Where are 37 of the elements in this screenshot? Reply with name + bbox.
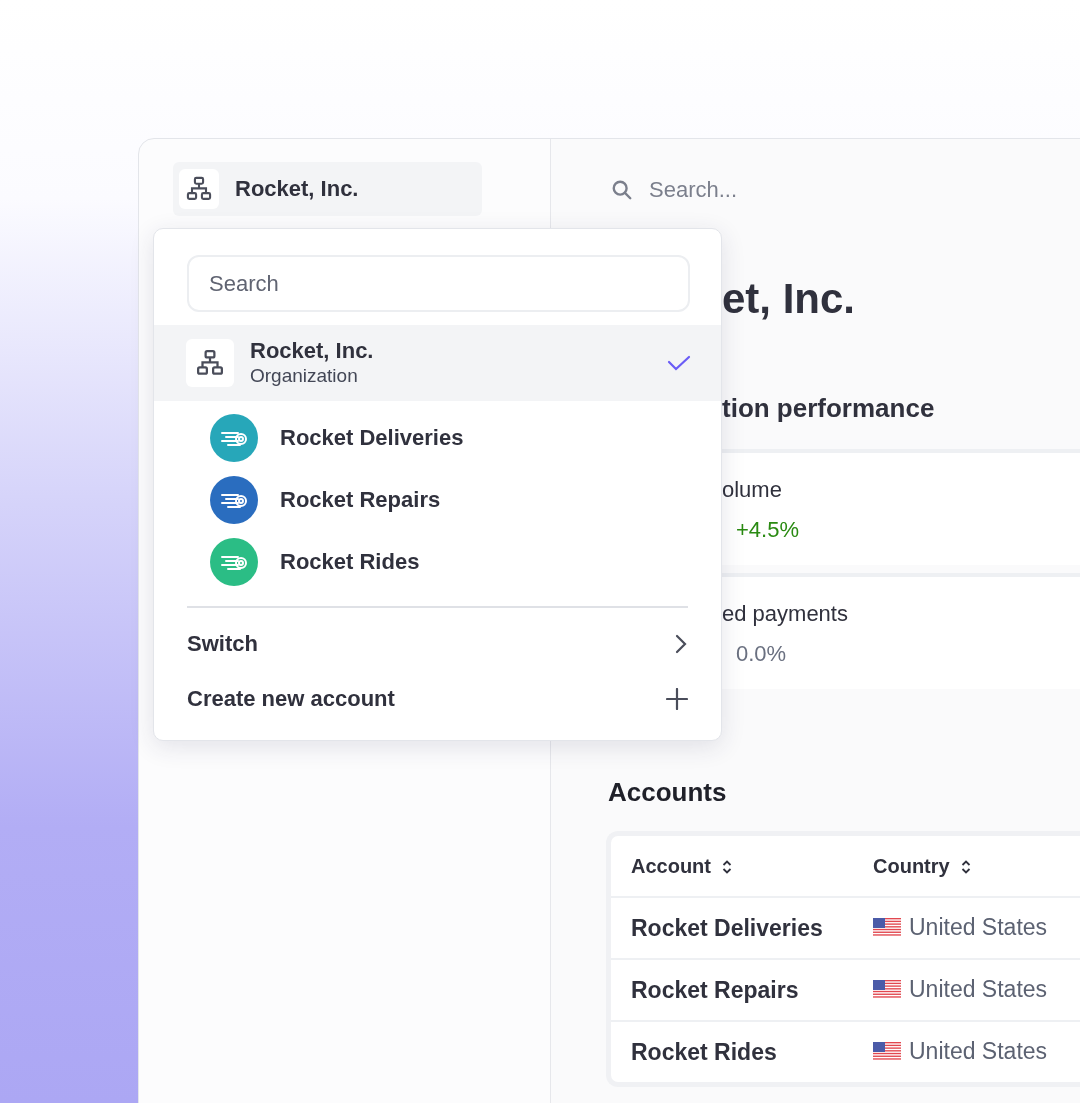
flag-icon bbox=[873, 979, 901, 999]
table-cell: Rocket Repairs bbox=[611, 959, 853, 1021]
table-cell: Rocket Deliveries bbox=[611, 897, 853, 959]
account-item[interactable]: Rocket Deliveries bbox=[280, 425, 464, 451]
metric-change: +4.5% bbox=[736, 517, 799, 542]
account-item[interactable]: Rocket Rides bbox=[280, 549, 420, 575]
section-title: tion performance bbox=[722, 392, 936, 425]
search-field[interactable]: Search bbox=[187, 255, 690, 312]
section-title: Accounts bbox=[608, 776, 728, 809]
check-icon bbox=[667, 354, 691, 372]
account-item[interactable]: Rocket Repairs bbox=[280, 487, 441, 513]
menu-item[interactable]: Create new account bbox=[154, 671, 721, 726]
flag-icon bbox=[873, 1041, 901, 1061]
table-cell: United States bbox=[909, 975, 1048, 1003]
table-cell: United States bbox=[909, 913, 1048, 941]
organization-item[interactable]: Rocket, Inc. Organization bbox=[154, 325, 721, 401]
page-title: et, Inc. bbox=[722, 275, 857, 323]
search-icon bbox=[611, 179, 633, 201]
table-cell: Rocket Rides bbox=[611, 1021, 853, 1082]
metric-label: olume bbox=[722, 477, 783, 503]
column-header[interactable]: Country bbox=[853, 836, 1080, 897]
organization-switcher[interactable]: Rocket, Inc. bbox=[173, 162, 482, 216]
hierarchy-icon bbox=[195, 348, 225, 378]
flag-icon bbox=[873, 917, 901, 937]
column-header[interactable]: Account bbox=[611, 836, 853, 897]
metric-change: 0.0% bbox=[736, 641, 787, 666]
search-field[interactable]: Search... bbox=[647, 176, 951, 204]
sort-icon bbox=[959, 859, 972, 876]
chevron-right-icon bbox=[674, 632, 688, 655]
menu-item[interactable]: Switch bbox=[154, 616, 721, 671]
table-cell: United States bbox=[909, 1037, 1048, 1065]
organization-type: Organization bbox=[250, 364, 359, 388]
metric-label: ed payments bbox=[722, 601, 849, 627]
hierarchy-icon bbox=[185, 175, 213, 203]
plus-icon bbox=[666, 687, 688, 710]
organization-name: Rocket, Inc. bbox=[250, 338, 375, 364]
sort-icon bbox=[721, 859, 733, 876]
